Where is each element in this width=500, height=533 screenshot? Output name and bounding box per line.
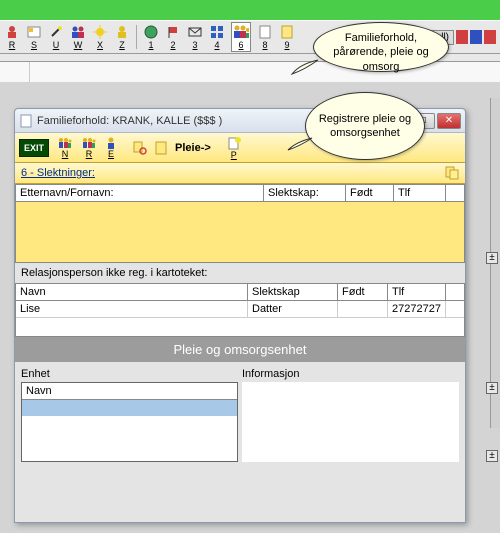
expand-button-2[interactable]: ± (486, 382, 498, 394)
family-dialog: Familieforhold: KRANK, KALLE ($$$ ) — □ … (14, 108, 466, 523)
color-red-icon[interactable] (456, 30, 468, 44)
tool-x[interactable]: X (92, 24, 108, 50)
col-slektskap[interactable]: Slektskap: (264, 185, 346, 201)
page-yellow-icon (279, 24, 295, 40)
dlg-tool-search[interactable] (133, 141, 147, 155)
slektninger-grid: Etternavn/Fornavn: Slektskap: Født Tlf (15, 184, 465, 263)
dlg-tool-r[interactable]: R (81, 137, 97, 159)
tool-9[interactable]: 9 (279, 24, 295, 50)
family-small-icon (57, 137, 73, 149)
list-selected-row[interactable] (22, 400, 237, 416)
family-icon (233, 24, 249, 40)
col-fodt[interactable]: Født (346, 185, 394, 201)
color-red2-icon[interactable] (484, 30, 496, 44)
col-tlf[interactable]: Tlf (394, 185, 446, 201)
tool-6-family[interactable]: 6 (231, 22, 251, 52)
tool-u[interactable]: U (48, 24, 64, 50)
people-icon (70, 24, 86, 40)
person-single-icon (105, 137, 117, 149)
enhet-label: Enhet (21, 366, 238, 382)
tool-4[interactable]: 4 (209, 24, 225, 50)
person-red-icon (4, 24, 20, 40)
relasjon-label: Relasjonsperson ikke reg. i kartoteket: (15, 263, 465, 283)
relasjon-grid: Navn Slektskap Født Tlf Lise Datter 2727… (15, 283, 465, 337)
copy-icon[interactable] (445, 166, 459, 180)
col2-navn[interactable]: Navn (16, 284, 248, 300)
col-etternavn[interactable]: Etternavn/Fornavn: (16, 185, 264, 201)
exit-button[interactable]: EXIT (19, 139, 49, 157)
close-button[interactable]: ✕ (437, 113, 461, 129)
pleie-button[interactable]: Pleie-> (175, 142, 211, 154)
callout-family: Familieforhold, pårørende, pleie og omso… (313, 22, 449, 72)
expand-button-1[interactable]: ± (486, 252, 498, 264)
dlg-tool-e[interactable]: E (105, 137, 117, 159)
callout-register: Registrere pleie og omsorgsenhet (305, 92, 425, 160)
informasjon-area[interactable] (242, 382, 459, 462)
doc-icon (19, 114, 33, 128)
expand-button-3[interactable]: ± (486, 450, 498, 462)
col2-tlf[interactable]: Tlf (388, 284, 446, 300)
tool-s[interactable]: S (26, 24, 42, 50)
person-yellow-icon (114, 24, 130, 40)
dlg-tool-n[interactable]: N (57, 137, 73, 159)
tool-w[interactable]: W (70, 24, 86, 50)
slektninger-header: 6 - Slektninger: (15, 163, 465, 184)
card-icon (26, 24, 42, 40)
page-icon (257, 24, 273, 40)
table-row[interactable]: Lise Datter 27272727 (16, 301, 464, 318)
color-blue-icon[interactable] (470, 30, 482, 44)
tool-1[interactable]: 1 (143, 24, 159, 50)
slektninger-label: 6 - Slektninger: (21, 167, 95, 179)
doc-yellow-icon (155, 141, 167, 155)
family-small-icon-2 (81, 137, 97, 149)
col2-slektskap[interactable]: Slektskap (248, 284, 338, 300)
tool-8[interactable]: 8 (257, 24, 273, 50)
dlg-tool-doc[interactable] (155, 141, 167, 155)
enhet-listbox[interactable]: Navn (21, 382, 238, 462)
col2-fodt[interactable]: Født (338, 284, 388, 300)
wand-icon (48, 24, 64, 40)
pleie-section-title: Pleie og omsorgsenhet (15, 337, 465, 362)
flag-icon (165, 24, 181, 40)
search-doc-icon (133, 141, 147, 155)
slektninger-body[interactable] (16, 202, 464, 262)
tool-r[interactable]: R (4, 24, 20, 50)
sun-icon (92, 24, 108, 40)
new-doc-icon (227, 136, 241, 150)
grid-icon (209, 24, 225, 40)
list-col-navn: Navn (22, 383, 237, 400)
tool-2[interactable]: 2 (165, 24, 181, 50)
tool-z[interactable]: Z (114, 24, 130, 50)
mail-icon (187, 24, 203, 40)
informasjon-label: Informasjon (242, 366, 459, 382)
dlg-tool-p[interactable]: P (227, 136, 241, 160)
tool-3[interactable]: 3 (187, 24, 203, 50)
globe-icon (143, 24, 159, 40)
